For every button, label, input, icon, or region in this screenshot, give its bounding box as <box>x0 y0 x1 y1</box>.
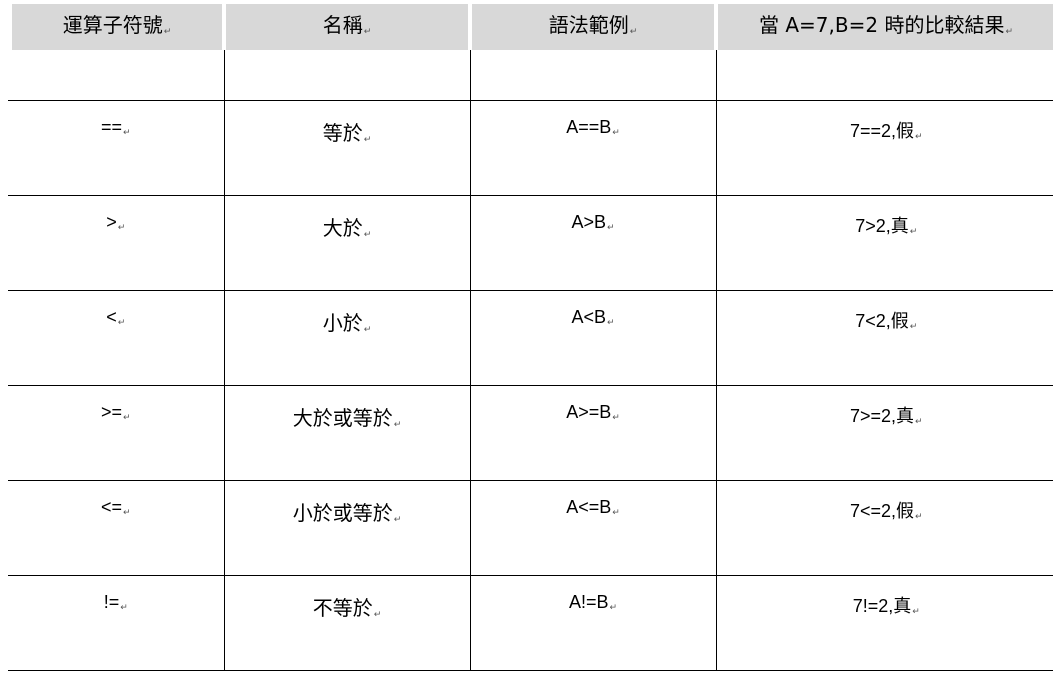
paragraph-mark-icon: ↵ <box>122 507 131 518</box>
result-cell: 7<2,假↵ <box>716 290 1053 386</box>
operator-symbol: >= <box>100 401 122 422</box>
paragraph-mark-icon: ↵ <box>612 412 620 423</box>
syntax-example: A==B <box>566 116 612 137</box>
name-cell: 大於↵ <box>224 195 471 291</box>
paragraph-mark-icon: ↵ <box>117 317 126 328</box>
comparison-result: 7==2,假 <box>849 120 914 141</box>
header-syntax: 語法範例↵ <box>470 0 718 50</box>
paragraph-mark-icon: ↵ <box>612 127 620 138</box>
header-syntax-text: 語法範例 <box>548 12 629 37</box>
paragraph-mark-icon: ↵ <box>373 609 382 620</box>
header-name-text: 名稱 <box>322 12 363 37</box>
table-row: <=↵ 小於或等於↵ A<=B↵ 7<=2,假↵ <box>8 480 1053 576</box>
syntax-example: A<=B <box>566 496 612 517</box>
syntax-example: A<B <box>571 306 606 327</box>
comparison-result: 7>=2,真 <box>849 405 914 426</box>
name-cell: 大於或等於↵ <box>224 385 471 481</box>
blank-cell <box>716 50 1053 101</box>
paragraph-mark-icon: ↵ <box>606 317 615 328</box>
blank-cell <box>470 50 717 101</box>
paragraph-mark-icon: ↵ <box>363 26 372 37</box>
result-cell: 7!=2,真↵ <box>716 575 1053 671</box>
table-row: ==↵ 等於↵ A==B↵ 7==2,假↵ <box>8 100 1053 196</box>
paragraph-mark-icon: ↵ <box>122 127 131 138</box>
header-result-text: 當 A=7,B=2 時的比較結果 <box>759 12 1005 37</box>
syntax-cell: A<B↵ <box>470 290 717 386</box>
paragraph-mark-icon: ↵ <box>909 321 918 332</box>
operator-name: 大於或等於 <box>292 405 393 430</box>
paragraph-mark-icon: ↵ <box>915 511 923 522</box>
operator-cell: !=↵ <box>8 575 225 671</box>
operator-cell: >=↵ <box>8 385 225 481</box>
operator-cell: <↵ <box>8 290 225 386</box>
paragraph-mark-icon: ↵ <box>912 606 920 617</box>
syntax-cell: A>=B↵ <box>470 385 717 481</box>
result-cell: 7==2,假↵ <box>716 100 1053 196</box>
operator-symbol: < <box>106 306 117 327</box>
operator-symbol: <= <box>100 496 122 517</box>
syntax-cell: A<=B↵ <box>470 480 717 576</box>
paragraph-mark-icon: ↵ <box>363 324 372 335</box>
comparison-result: 7>2,真 <box>855 215 909 236</box>
operator-symbol: != <box>103 591 120 612</box>
paragraph-mark-icon: ↵ <box>122 412 131 423</box>
operator-name: 等於 <box>322 120 363 145</box>
paragraph-mark-icon: ↵ <box>1005 26 1013 37</box>
header-name: 名稱↵ <box>224 0 472 50</box>
paragraph-mark-icon: ↵ <box>163 26 172 37</box>
paragraph-mark-icon: ↵ <box>117 222 126 233</box>
paragraph-mark-icon: ↵ <box>393 514 402 525</box>
paragraph-mark-icon: ↵ <box>363 229 372 240</box>
blank-cell <box>8 50 225 101</box>
paragraph-mark-icon: ↵ <box>909 226 918 237</box>
operator-name: 大於 <box>322 215 363 240</box>
comparison-result: 7!=2,真 <box>852 595 912 616</box>
syntax-example: A>B <box>571 211 606 232</box>
paragraph-mark-icon: ↵ <box>612 507 620 518</box>
result-cell: 7>=2,真↵ <box>716 385 1053 481</box>
operator-cell: ==↵ <box>8 100 225 196</box>
result-cell: 7<=2,假↵ <box>716 480 1053 576</box>
comparison-result: 7<2,假 <box>855 310 909 331</box>
syntax-cell: A==B↵ <box>470 100 717 196</box>
syntax-cell: A>B↵ <box>470 195 717 291</box>
paragraph-mark-icon: ↵ <box>606 222 615 233</box>
operator-symbol: > <box>106 211 117 232</box>
header-operator: 運算子符號↵ <box>4 0 226 50</box>
paragraph-mark-icon: ↵ <box>915 416 923 427</box>
paragraph-mark-icon: ↵ <box>393 419 402 430</box>
header-result: 當 A=7,B=2 時的比較結果↵ <box>716 0 1053 50</box>
operator-name: 小於或等於 <box>292 500 393 525</box>
paragraph-mark-icon: ↵ <box>363 134 372 145</box>
table-row: >↵ 大於↵ A>B↵ 7>2,真↵ <box>8 195 1053 291</box>
name-cell: 小於或等於↵ <box>224 480 471 576</box>
syntax-example: A>=B <box>566 401 612 422</box>
name-cell: 不等於↵ <box>224 575 471 671</box>
operator-symbol: == <box>100 116 122 137</box>
paragraph-mark-icon: ↵ <box>915 131 923 142</box>
table-row: >=↵ 大於或等於↵ A>=B↵ 7>=2,真↵ <box>8 385 1053 481</box>
table-row: <↵ 小於↵ A<B↵ 7<2,假↵ <box>8 290 1053 386</box>
operator-name: 不等於 <box>312 595 373 620</box>
table-row: !=↵ 不等於↵ A!=B↵ 7!=2,真↵ <box>8 575 1053 671</box>
result-cell: 7>2,真↵ <box>716 195 1053 291</box>
name-cell: 小於↵ <box>224 290 471 386</box>
paragraph-mark-icon: ↵ <box>120 602 128 613</box>
comparison-operators-table: 運算子符號↵ 名稱↵ 語法範例↵ 當 A=7,B=2 時的比較結果↵ ==↵ 等… <box>4 0 1053 671</box>
blank-row <box>8 50 1053 101</box>
operator-cell: <=↵ <box>8 480 225 576</box>
header-operator-text: 運算子符號 <box>62 12 163 37</box>
name-cell: 等於↵ <box>224 100 471 196</box>
operator-cell: >↵ <box>8 195 225 291</box>
paragraph-mark-icon: ↵ <box>609 602 618 613</box>
blank-cell <box>224 50 471 101</box>
header-row: 運算子符號↵ 名稱↵ 語法範例↵ 當 A=7,B=2 時的比較結果↵ <box>4 0 1053 50</box>
syntax-example: A!=B <box>568 591 609 612</box>
syntax-cell: A!=B↵ <box>470 575 717 671</box>
operator-name: 小於 <box>322 310 363 335</box>
paragraph-mark-icon: ↵ <box>629 26 638 37</box>
comparison-result: 7<=2,假 <box>849 500 914 521</box>
